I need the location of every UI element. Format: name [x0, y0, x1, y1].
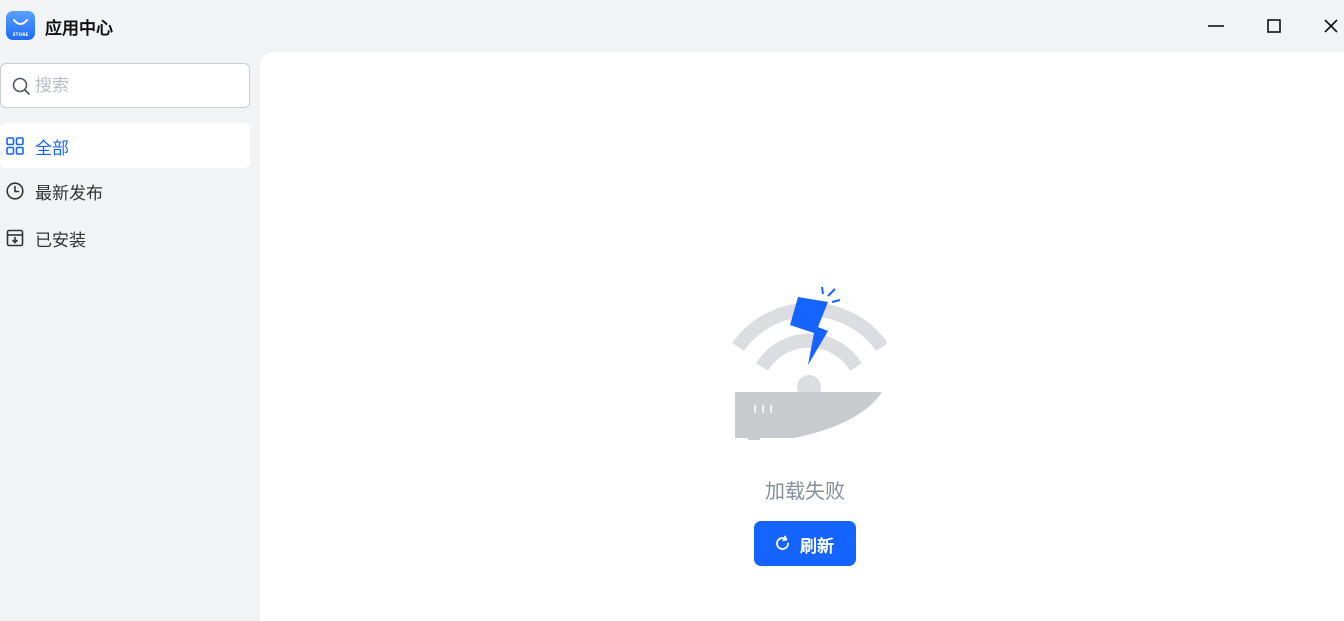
- logo-text: STORE: [12, 32, 29, 37]
- maximize-icon: [1267, 19, 1281, 33]
- sidebar-item-installed[interactable]: 已安装: [0, 215, 250, 260]
- minimize-icon: [1208, 25, 1224, 27]
- grid-icon: [6, 137, 24, 155]
- sidebar-item-label: 全部: [35, 139, 69, 159]
- sidebar-item-all[interactable]: 全部: [0, 123, 250, 168]
- refresh-icon: [776, 535, 789, 550]
- app-title: 应用中心: [45, 19, 113, 39]
- maximize-button[interactable]: [1264, 16, 1284, 36]
- close-icon: [1324, 19, 1338, 33]
- clock-icon: [6, 182, 24, 200]
- network-error-icon: [732, 286, 887, 440]
- minimize-button[interactable]: [1206, 16, 1226, 36]
- search-input[interactable]: [35, 72, 235, 100]
- close-button[interactable]: [1321, 16, 1341, 36]
- sidebar-item-label: 已安装: [35, 231, 86, 251]
- sidebar: 全部 最新发布 已安装: [0, 52, 260, 621]
- main-panel: 加载失败 刷新: [260, 52, 1344, 621]
- load-failed-text: 加载失败: [765, 479, 845, 503]
- app-store-logo-icon: STORE: [6, 11, 35, 40]
- sidebar-item-label: 最新发布: [35, 184, 103, 204]
- refresh-button[interactable]: 刷新: [754, 521, 856, 566]
- title-bar[interactable]: STORE 应用中心: [0, 0, 1344, 52]
- app-window: STORE 应用中心 搜索 全部 最新发布 已安装 加载失败 刷新: [0, 0, 1344, 621]
- search-box[interactable]: [0, 63, 250, 108]
- sidebar-item-latest[interactable]: 最新发布: [0, 168, 250, 213]
- download-box-icon: [6, 229, 24, 247]
- refresh-label: 刷新: [800, 537, 834, 556]
- search-icon: [12, 77, 30, 95]
